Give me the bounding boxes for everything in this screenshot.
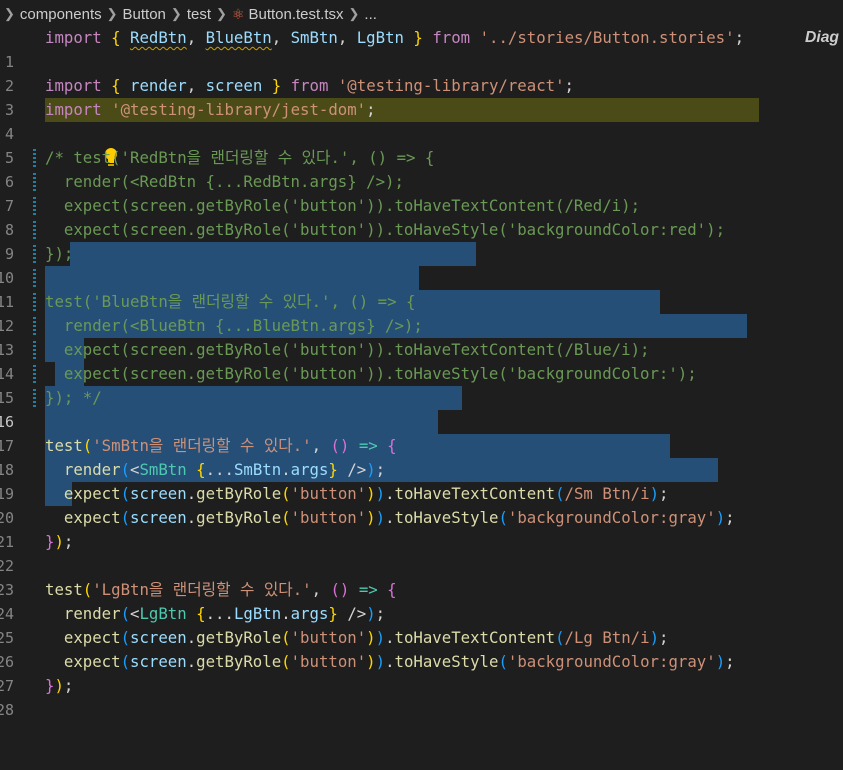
breadcrumb-item-file[interactable]: Button.test.tsx — [248, 6, 343, 23]
code-line[interactable]: 17 — [0, 410, 843, 455]
code-line[interactable]: 21 expect(screen.getByRole('button')).to… — [0, 506, 843, 551]
code-line[interactable]: 28 }); — [0, 674, 843, 719]
chevron-right-icon: ❯ — [170, 6, 182, 21]
code-editor[interactable]: 1 import { RedBtn, BlueBtn, SmBtn, LgBtn… — [0, 26, 843, 719]
code-line[interactable]: 18 test('SmBtn을 랜더링할 수 있다.', () => { — [0, 434, 843, 479]
code-line[interactable]: 7 render(<RedBtn {...RedBtn.args} />); — [0, 170, 843, 290]
code-line[interactable]: 14 expect(screen.getByRole('button')).to… — [0, 338, 843, 458]
breadcrumb-item-button[interactable]: Button — [123, 6, 166, 23]
code-line[interactable]: 15 expect(screen.getByRole('button')).to… — [0, 362, 843, 482]
code-line[interactable]: 2 — [0, 50, 843, 95]
chevron-right-icon: ❯ — [216, 6, 227, 21]
code-line[interactable]: 22 }); — [0, 530, 843, 575]
code-line[interactable]: 13 render(<BlueBtn {...BlueBtn.args} />)… — [0, 314, 843, 434]
breadcrumb-item-symbol[interactable]: ... — [364, 6, 377, 23]
code-line[interactable]: 23 — [0, 554, 843, 599]
code-line[interactable]: 1 import { RedBtn, BlueBtn, SmBtn, LgBtn… — [0, 26, 843, 122]
code-line[interactable]: 8 expect(screen.getByRole('button')).toH… — [0, 194, 843, 314]
code-line[interactable]: 5 — [0, 122, 843, 167]
code-line[interactable]: 11 — [0, 266, 843, 386]
code-line[interactable]: 27 expect(screen.getByRole('button')).to… — [0, 650, 843, 695]
code-line[interactable]: 6 /* test('RedBtn을 랜더링할 수 있다.', () => { — [0, 146, 843, 266]
line-number: 28 — [0, 701, 14, 719]
code-line[interactable]: 4 import '@testing-library/jest-dom'; — [0, 98, 843, 143]
code-line[interactable]: 10 }); — [0, 242, 843, 362]
breadcrumb-item-test[interactable]: test — [187, 6, 211, 23]
breadcrumb-item-components[interactable]: components — [20, 6, 102, 23]
code-line[interactable]: 20 expect(screen.getByRole('button')).to… — [0, 482, 843, 527]
code-line[interactable]: 19 render(<SmBtn {...SmBtn.args} />); — [0, 458, 843, 503]
react-file-icon: ⚛ — [231, 5, 245, 22]
code-line[interactable]: 9 expect(screen.getByRole('button')).toH… — [0, 218, 843, 338]
code-line[interactable]: 26 expect(screen.getByRole('button')).to… — [0, 626, 843, 671]
code-line[interactable]: 3 import { render, screen } from '@testi… — [0, 74, 843, 119]
chevron-right-icon: ❯ — [106, 6, 118, 21]
inline-diagnostic-hint: Diag — [805, 29, 839, 46]
code-line[interactable]: 25 render(<LgBtn {...LgBtn.args} />); — [0, 602, 843, 647]
breadcrumb: ❯ components ❯ Button ❯ test ❯ ⚛ Button.… — [0, 0, 843, 28]
chevron-right-icon: ❯ — [4, 6, 15, 21]
code-line[interactable]: 24 test('LgBtn을 랜더링할 수 있다.', () => { — [0, 578, 843, 623]
chevron-right-icon: ❯ — [348, 6, 360, 21]
code-line[interactable]: 12 test('BlueBtn을 랜더링할 수 있다.', () => { — [0, 290, 843, 410]
code-line[interactable]: 16 }); */ — [0, 386, 843, 506]
